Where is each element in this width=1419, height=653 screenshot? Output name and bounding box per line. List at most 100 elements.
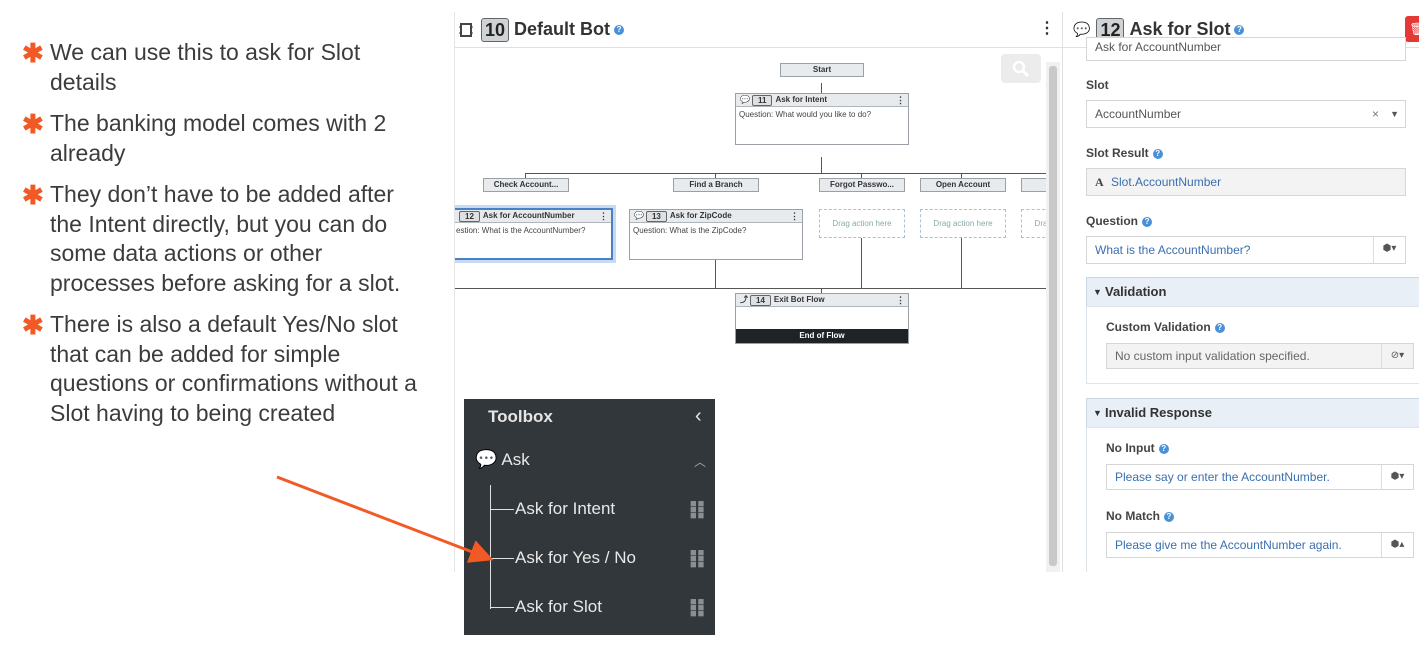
delete-button[interactable]: 🗑: [1405, 16, 1419, 42]
toolbox-item-ask-for-slot[interactable]: Ask for Slot: [515, 597, 602, 617]
branch-text: Open Account: [935, 180, 991, 189]
toolbox-category-ask[interactable]: 💬 Ask: [475, 449, 530, 470]
branch-text: Forgot Passwo...: [829, 180, 894, 189]
drag-handle-icon[interactable]: ■■ ■■ ■■: [690, 499, 705, 522]
clear-icon[interactable]: ×: [1372, 101, 1379, 127]
no-input-field[interactable]: Please say or enter the AccountNumber. ⬢…: [1106, 464, 1414, 490]
info-icon[interactable]: ?: [1142, 216, 1153, 227]
branch-text: Find a Branch: [689, 180, 743, 189]
slot-select[interactable]: AccountNumber × ▼: [1086, 100, 1406, 128]
node-menu-icon[interactable]: ⋮: [896, 94, 905, 106]
question-value: What is the AccountNumber?: [1095, 243, 1251, 257]
toolbox-item-ask-for-yes-no[interactable]: Ask for Yes / No: [515, 548, 636, 568]
caret-down-icon: ▼: [1093, 287, 1102, 297]
drop-zone[interactable]: Dra: [1021, 209, 1047, 238]
bullet-asterisk-icon: ✱: [22, 180, 44, 210]
no-match-value: Please give me the AccountNumber again.: [1115, 538, 1342, 552]
slot-result-field[interactable]: A Slot.AccountNumber: [1086, 168, 1406, 196]
info-icon[interactable]: ?: [614, 24, 625, 35]
flow-node-ask-for-accountnumber[interactable]: 12 Ask for AccountNumber ⋮ estion: What is…: [455, 208, 613, 260]
branch-label[interactable]: [1021, 178, 1047, 192]
node-title: Ask for ZipCode: [669, 211, 732, 220]
start-label: Start: [812, 65, 832, 74]
info-icon[interactable]: ?: [1164, 511, 1174, 522]
chevron-up-icon[interactable]: ︿: [694, 453, 706, 470]
category-label: Ask: [501, 449, 530, 469]
info-icon[interactable]: ?: [1214, 322, 1225, 333]
branch-label[interactable]: Find a Branch: [673, 178, 759, 192]
flow-node-ask-for-intent[interactable]: 💬 11 Ask for Intent ⋮ Question: What would …: [735, 93, 909, 145]
tree-line: [490, 558, 514, 559]
bullet-text: We can use this to ask for Slot details: [50, 39, 361, 95]
collapse-icon[interactable]: ‹: [695, 405, 702, 428]
toolbox-title: Toolbox: [488, 407, 553, 426]
caret-down-icon: ▼: [1093, 408, 1102, 418]
bullet-item: ✱ We can use this to ask for Slot detail…: [22, 38, 422, 97]
no-validation-icon[interactable]: ⊘▾: [1381, 344, 1413, 368]
bullet-text: They don’t have to be added after the In…: [50, 181, 401, 296]
chat-icon: 💬: [634, 211, 644, 220]
toolbox-panel: Toolbox ‹ 💬 Ask ︿ Ask for Intent Ask for…: [464, 399, 715, 635]
question-field[interactable]: What is the AccountNumber? ⬢▾: [1086, 236, 1406, 264]
invalid-response-section-header[interactable]: ▼ Invalid Response: [1086, 398, 1419, 428]
zoom-button[interactable]: [1001, 54, 1041, 83]
no-input-label-text: No Input: [1106, 441, 1155, 455]
info-icon[interactable]: ?: [1158, 443, 1169, 454]
node-number: 11: [751, 94, 773, 106]
connector: [525, 173, 1047, 174]
bullet-asterisk-icon: ✱: [22, 38, 44, 68]
chevron-down-icon[interactable]: ▼: [1390, 101, 1399, 127]
slot-result-label-text: Slot Result: [1086, 146, 1149, 160]
start-node[interactable]: Start: [780, 63, 864, 77]
canvas-scrollbar[interactable]: [1046, 62, 1060, 572]
no-match-field[interactable]: Please give me the AccountNumber again. …: [1106, 532, 1414, 558]
expression-toggle-icon[interactable]: ⬢▴: [1381, 533, 1413, 557]
node-title: Exit Bot Flow: [773, 295, 825, 304]
expression-toggle-icon[interactable]: ⬢▾: [1381, 465, 1413, 489]
no-match-label-text: No Match: [1106, 509, 1160, 523]
node-title: Ask for AccountNumber: [482, 211, 575, 220]
branch-label[interactable]: Forgot Passwo...: [819, 178, 905, 192]
bullet-item: ✱ There is also a default Yes/No slot th…: [22, 310, 422, 428]
custom-validation-value: No custom input validation specified.: [1115, 349, 1310, 363]
info-icon[interactable]: ?: [1152, 148, 1163, 159]
drop-zone[interactable]: Drag action here: [819, 209, 905, 238]
info-icon[interactable]: ?: [1234, 24, 1245, 35]
connector: [821, 83, 822, 93]
editor-title: Default Bot: [514, 19, 611, 39]
text-type-icon: A: [1095, 175, 1104, 189]
custom-validation-label: Custom Validation?: [1106, 320, 1225, 334]
flow-node-ask-for-zipcode[interactable]: 💬 13 Ask for ZipCode ⋮ Question: What is th…: [629, 209, 803, 260]
drag-handle-icon[interactable]: ■■ ■■ ■■: [690, 548, 705, 571]
branch-text: Check Account...: [493, 180, 559, 189]
connector: [715, 260, 716, 288]
connector: [821, 157, 822, 173]
branch-label[interactable]: Open Account: [920, 178, 1006, 192]
node-menu-icon[interactable]: ⋮: [599, 210, 608, 222]
node-number: 13: [645, 210, 667, 222]
node-menu-icon[interactable]: ⋮: [896, 294, 905, 306]
node-number: 14: [750, 294, 771, 306]
drop-zone[interactable]: Drag action here: [920, 209, 1006, 238]
editor-menu-icon[interactable]: ⋮: [1039, 18, 1055, 38]
scrollbar-thumb[interactable]: [1049, 66, 1057, 566]
toolbox-item-ask-for-intent[interactable]: Ask for Intent: [515, 499, 615, 519]
validation-section-header[interactable]: ▼ Validation: [1086, 277, 1419, 307]
custom-validation-field[interactable]: No custom input validation specified. ⊘▾: [1106, 343, 1414, 369]
question-label: Question?: [1086, 214, 1153, 228]
trash-icon: 🗑: [1409, 22, 1419, 36]
node-body: Question: What is the ZipCode?: [633, 226, 747, 235]
no-input-value: Please say or enter the AccountNumber.: [1115, 470, 1330, 484]
branch-label[interactable]: Check Account...: [483, 178, 569, 192]
properties-panel: 💬 12 Ask for Slot ? 🗑 Ask for AccountNum…: [1062, 12, 1419, 572]
tree-line: [490, 509, 514, 510]
section-title: Validation: [1105, 284, 1167, 299]
drag-handle-icon[interactable]: ■■ ■■ ■■: [690, 597, 705, 620]
search-icon: [1012, 60, 1030, 77]
chat-icon: 💬: [740, 95, 750, 104]
name-field[interactable]: Ask for AccountNumber: [1086, 37, 1406, 61]
slot-value: AccountNumber: [1095, 107, 1182, 121]
flow-node-exit-bot-flow[interactable]: ⤴ 14 Exit Bot Flow ⋮ End of Flow: [735, 293, 909, 344]
node-menu-icon[interactable]: ⋮: [790, 210, 799, 222]
expression-toggle-icon[interactable]: ⬢▾: [1373, 237, 1405, 263]
